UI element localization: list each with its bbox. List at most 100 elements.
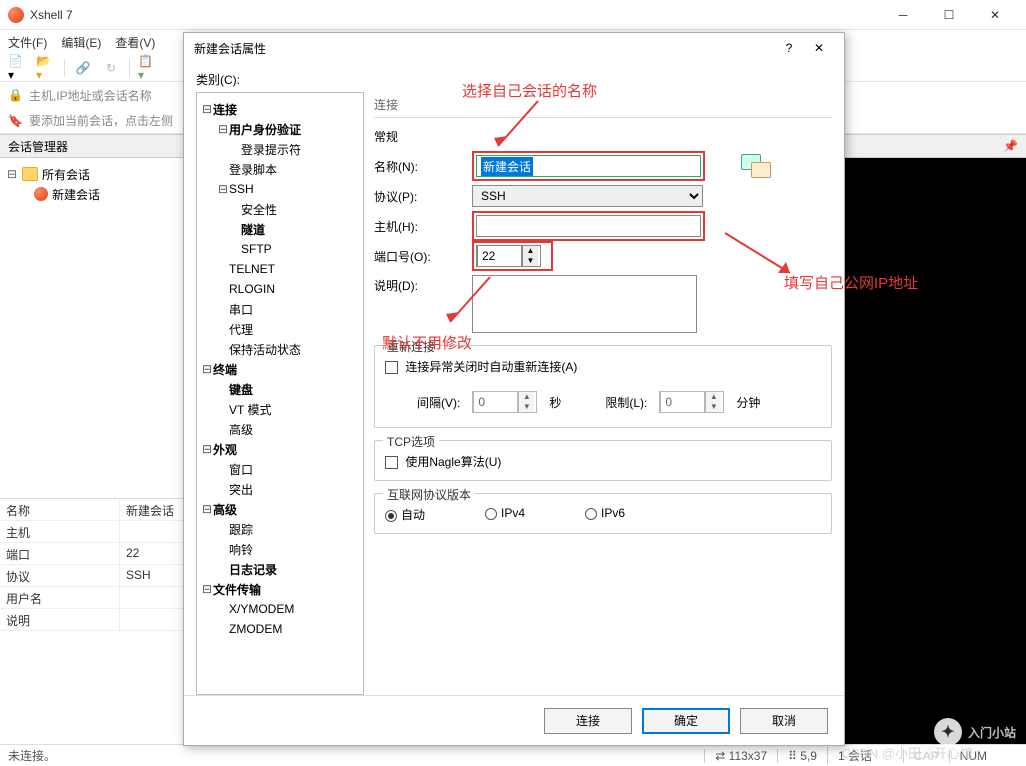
dialog-close-button[interactable]: ✕ bbox=[804, 33, 834, 63]
name-value: 新建会话 bbox=[481, 157, 533, 176]
watermark-2: CSDN @小田『开心馆』 bbox=[841, 743, 986, 762]
cat-advanced[interactable]: 高级 bbox=[229, 421, 253, 438]
spin-up-icon[interactable]: ▲ bbox=[523, 246, 538, 256]
cat-trace[interactable]: 跟踪 bbox=[229, 521, 253, 538]
address-tip: 要添加当前会话，点击左侧 bbox=[29, 112, 173, 129]
name-label: 名称(N): bbox=[374, 158, 464, 175]
connect-button[interactable]: 连接 bbox=[544, 708, 632, 734]
collapse-icon[interactable]: ⊟ bbox=[6, 167, 18, 181]
bookmark-icon: 🔖 bbox=[8, 114, 23, 128]
desc-input[interactable] bbox=[472, 275, 697, 333]
port-spinner[interactable]: ▲▼ bbox=[476, 245, 541, 267]
cat-sftp[interactable]: SFTP bbox=[241, 242, 272, 256]
limit-input[interactable] bbox=[660, 391, 705, 413]
new-session-icon[interactable]: 📄▾ bbox=[8, 58, 28, 78]
sec-label: 秒 bbox=[549, 394, 561, 411]
general-label: 常规 bbox=[374, 128, 832, 145]
cat-auth[interactable]: 用户身份验证 bbox=[229, 121, 301, 138]
table-row: 说明 bbox=[0, 609, 209, 631]
new-session-dialog: 新建会话属性 ? ✕ 类别(C): ⊟连接 ⊟用户身份验证 登录提示符 登录脚本… bbox=[183, 32, 845, 746]
wechat-icon: ✦ bbox=[934, 718, 962, 746]
interval-label: 间隔(V): bbox=[417, 394, 460, 411]
cat-serial[interactable]: 串口 bbox=[229, 301, 253, 318]
app-logo-icon bbox=[8, 7, 24, 23]
cat-log[interactable]: 日志记录 bbox=[229, 561, 277, 578]
cat-prompt[interactable]: 登录提示符 bbox=[241, 141, 301, 158]
interval-spinner[interactable]: ▲▼ bbox=[472, 391, 537, 413]
lock-icon: 🔒 bbox=[8, 88, 23, 102]
cat-keyboard[interactable]: 键盘 bbox=[229, 381, 253, 398]
status-size: ⇄ 113x37 bbox=[704, 749, 777, 763]
close-button[interactable]: ✕ bbox=[972, 0, 1018, 30]
cat-script[interactable]: 登录脚本 bbox=[229, 161, 277, 178]
tree-all-label: 所有会话 bbox=[42, 166, 90, 183]
cat-filetransfer[interactable]: 文件传输 bbox=[213, 581, 261, 598]
menu-view[interactable]: 查看(V) bbox=[115, 34, 155, 51]
address-placeholder[interactable]: 主机,IP地址或会话名称 bbox=[29, 87, 152, 104]
help-button[interactable]: ? bbox=[774, 33, 804, 63]
protocol-select[interactable]: SSH bbox=[472, 185, 703, 207]
cat-terminal[interactable]: 终端 bbox=[213, 361, 237, 378]
nagle-label: 使用Nagle算法(U) bbox=[405, 455, 501, 469]
cat-ssh[interactable]: SSH bbox=[229, 182, 254, 196]
cat-proxy[interactable]: 代理 bbox=[229, 321, 253, 338]
cat-connection[interactable]: 连接 bbox=[213, 101, 237, 118]
cat-bell[interactable]: 响铃 bbox=[229, 541, 253, 558]
radio-auto[interactable] bbox=[385, 510, 397, 522]
cancel-button[interactable]: 取消 bbox=[740, 708, 828, 734]
minimize-button[interactable]: ─ bbox=[880, 0, 926, 30]
cat-vt[interactable]: VT 模式 bbox=[229, 401, 271, 418]
spin-down-icon[interactable]: ▼ bbox=[523, 256, 538, 266]
cat-tunnel[interactable]: 隧道 bbox=[241, 221, 265, 238]
ok-button[interactable]: 确定 bbox=[642, 708, 730, 734]
radio-ipv6[interactable] bbox=[585, 508, 597, 520]
ipver-group-label: 互联网协议版本 bbox=[383, 486, 475, 503]
cat-xymodem[interactable]: X/YMODEM bbox=[229, 602, 294, 616]
open-folder-icon[interactable]: 📂▾ bbox=[36, 58, 56, 78]
annotation-1: 选择自己会话的名称 bbox=[462, 80, 597, 101]
cat-appearance[interactable]: 外观 bbox=[213, 441, 237, 458]
annotation-3: 默认不用修改 bbox=[382, 332, 472, 353]
maximize-button[interactable]: ☐ bbox=[926, 0, 972, 30]
tree-new-session[interactable]: 新建会话 bbox=[6, 184, 203, 204]
folder-icon bbox=[22, 167, 38, 181]
cat-zmodem[interactable]: ZMODEM bbox=[229, 622, 282, 636]
reconnect-icon[interactable]: ↻ bbox=[101, 58, 121, 78]
session-tree[interactable]: ⊟ 所有会话 新建会话 bbox=[0, 158, 209, 498]
name-input[interactable]: 新建会话 bbox=[476, 155, 701, 177]
cat-rlogin[interactable]: RLOGIN bbox=[229, 282, 275, 296]
watermark-1: ✦ 入门小站 bbox=[934, 718, 1016, 746]
interval-input[interactable] bbox=[473, 391, 518, 413]
properties-icon[interactable]: 📋▾ bbox=[138, 58, 158, 78]
menu-edit[interactable]: 编辑(E) bbox=[61, 34, 101, 51]
dialog-buttons: 连接 确定 取消 bbox=[184, 695, 844, 745]
section-title: 连接 bbox=[374, 92, 832, 118]
titlebar: Xshell 7 ─ ☐ ✕ bbox=[0, 0, 1026, 30]
limit-label: 限制(L): bbox=[605, 394, 647, 411]
menu-file[interactable]: 文件(F) bbox=[8, 34, 47, 51]
cat-advanced2[interactable]: 高级 bbox=[213, 501, 237, 518]
host-input[interactable] bbox=[476, 215, 701, 237]
table-row: 端口22 bbox=[0, 543, 209, 565]
host-label: 主机(H): bbox=[374, 218, 464, 235]
radio-ipv4[interactable] bbox=[485, 508, 497, 520]
reconnect-checkbox[interactable] bbox=[385, 361, 398, 374]
dialog-form: 连接 常规 名称(N): 新建会话 协议(P): SSH bbox=[374, 92, 832, 695]
limit-spinner[interactable]: ▲▼ bbox=[659, 391, 724, 413]
cat-window[interactable]: 窗口 bbox=[229, 461, 253, 478]
session-manager-title: 会话管理器 bbox=[8, 138, 68, 155]
table-row: 主机 bbox=[0, 521, 209, 543]
status-disconnected: 未连接。 bbox=[8, 747, 56, 764]
cat-keepalive[interactable]: 保持活动状态 bbox=[229, 341, 301, 358]
cat-telnet[interactable]: TELNET bbox=[229, 262, 275, 276]
pin-icon[interactable]: 📌 bbox=[1003, 139, 1018, 153]
tree-all-sessions[interactable]: ⊟ 所有会话 bbox=[6, 164, 203, 184]
port-input[interactable] bbox=[477, 245, 522, 267]
tree-new-label: 新建会话 bbox=[52, 186, 100, 203]
cat-highlight[interactable]: 突出 bbox=[229, 481, 253, 498]
nagle-checkbox[interactable] bbox=[385, 456, 398, 469]
table-row: 用户名 bbox=[0, 587, 209, 609]
link-icon[interactable]: 🔗 bbox=[73, 58, 93, 78]
category-tree[interactable]: ⊟连接 ⊟用户身份验证 登录提示符 登录脚本 ⊟SSH 安全性 隧道 SFTP … bbox=[196, 92, 364, 695]
cat-security[interactable]: 安全性 bbox=[241, 201, 277, 218]
